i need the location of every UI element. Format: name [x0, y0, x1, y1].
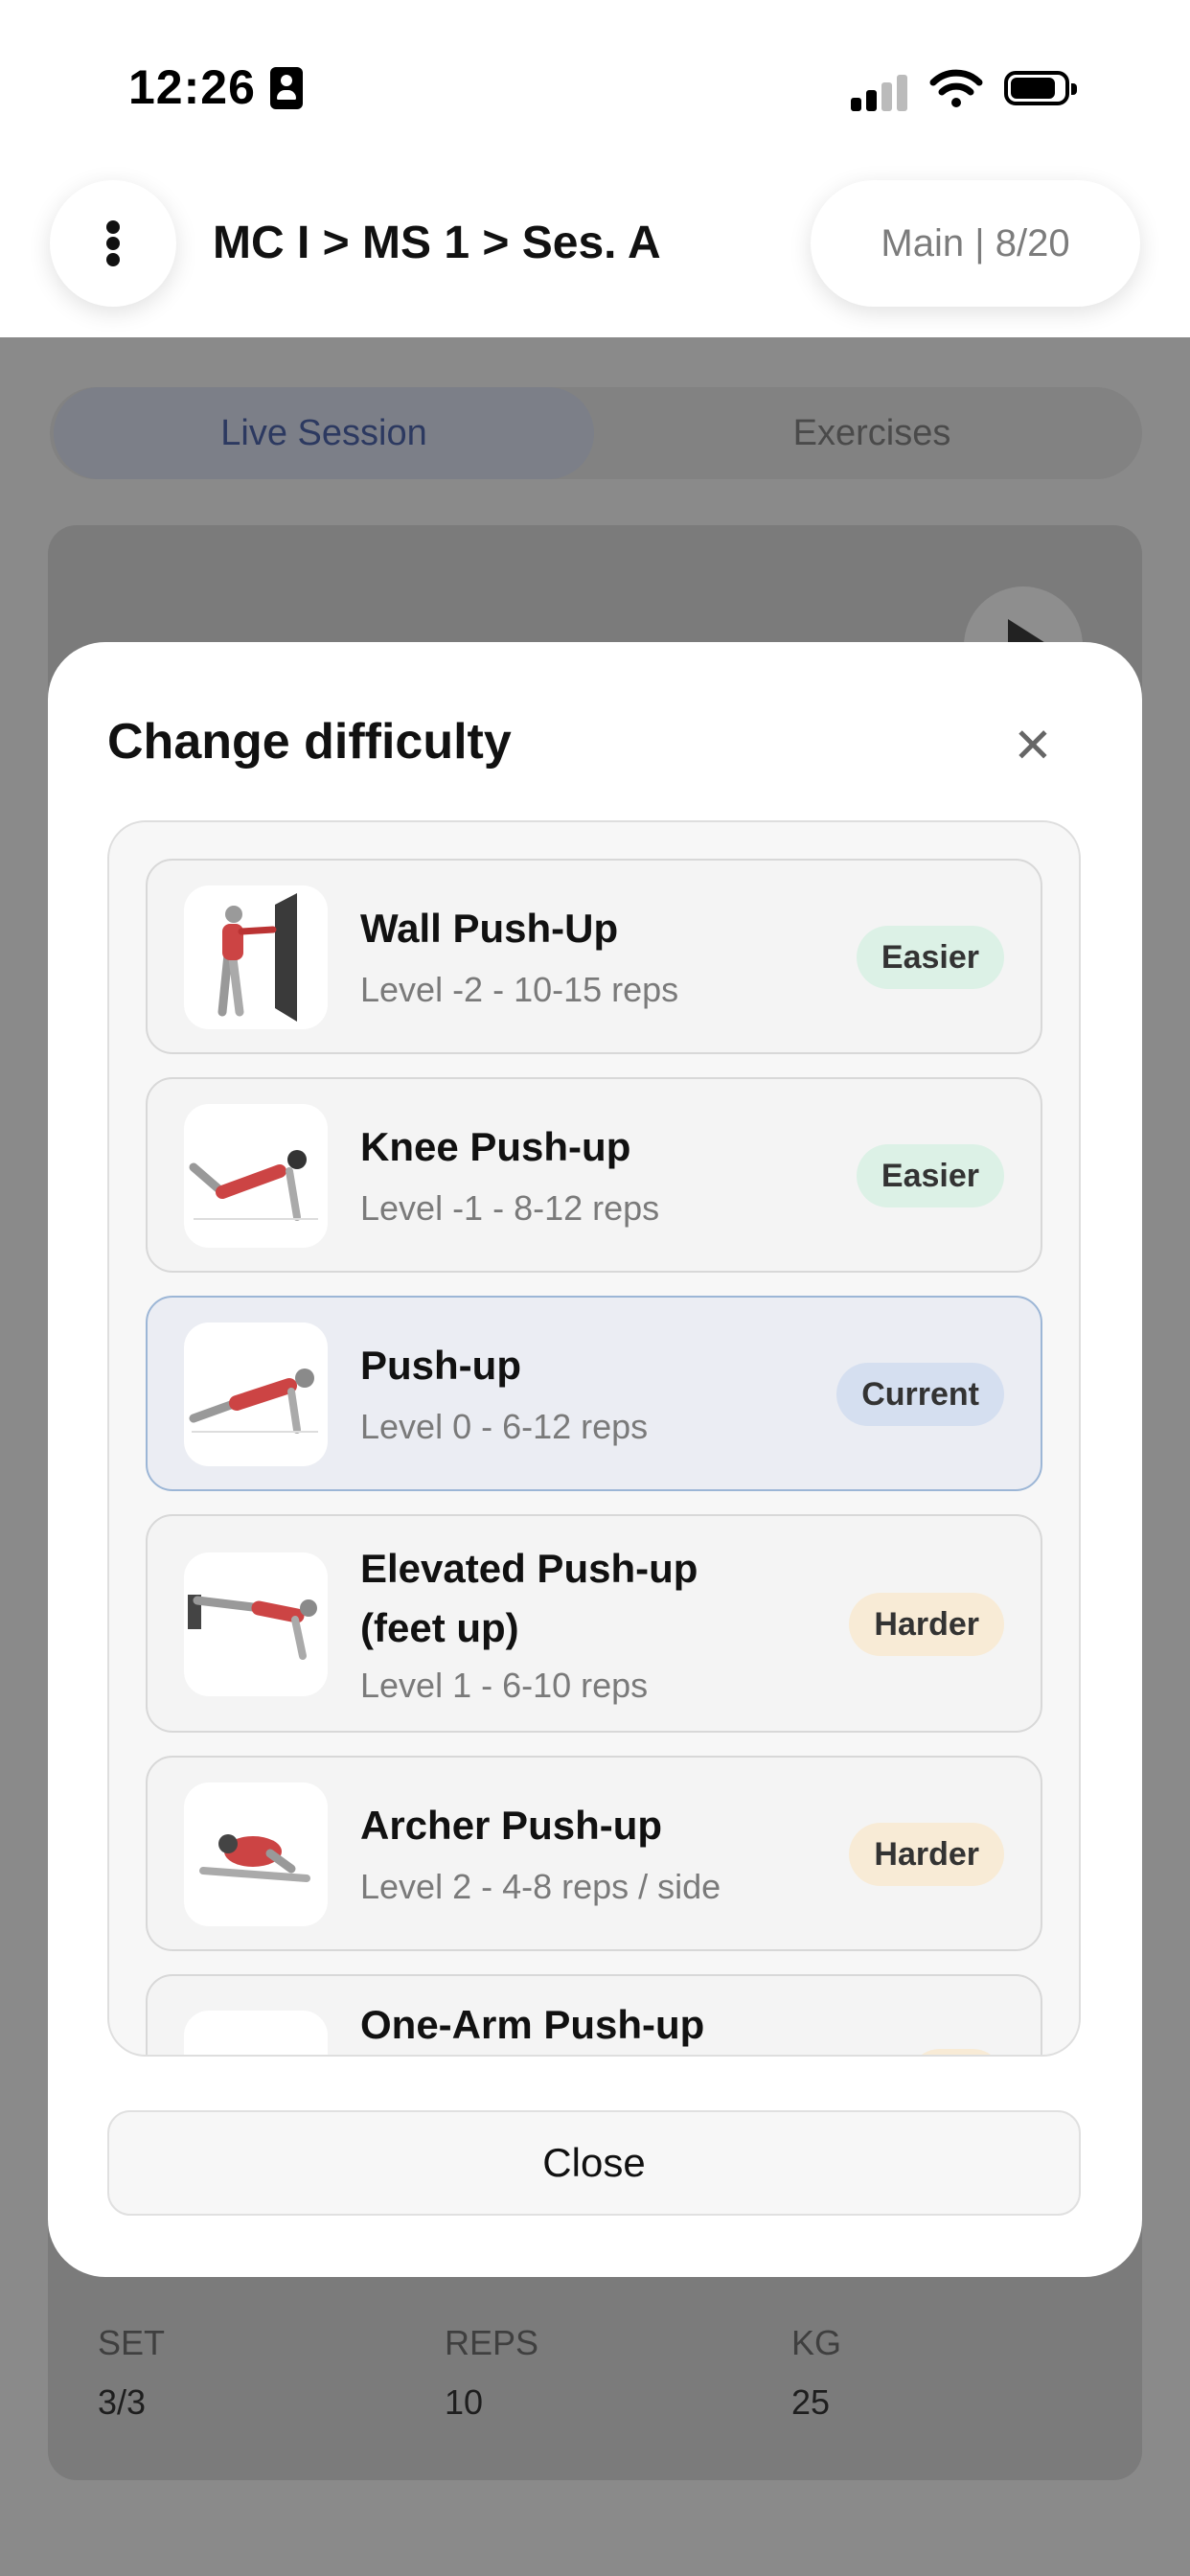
modal-title: Change difficulty — [107, 714, 512, 770]
more-menu-button[interactable] — [50, 180, 176, 307]
stat-value-set: 3/3 — [98, 2382, 147, 2422]
exercise-level: Level 0 - 6-12 reps — [360, 1407, 649, 1446]
breadcrumb: MC I > MS 1 > Ses. A — [213, 218, 661, 268]
dot-icon — [106, 253, 120, 266]
exercise-thumbnail — [184, 1782, 328, 1926]
exercise-thumbnail — [184, 1104, 328, 1248]
status-bar: 12:26 — [0, 0, 1190, 172]
close-button[interactable]: Close — [107, 2110, 1081, 2216]
session-progress-pill[interactable]: Main | 8/20 — [811, 180, 1140, 307]
exercise-name: Knee Push-up — [360, 1124, 631, 1169]
exercise-thumbnail — [184, 1322, 328, 1466]
battery-icon — [1004, 71, 1077, 105]
difficulty-badge: Easier — [856, 1144, 1004, 1208]
exercise-level: Level -1 - 8-12 reps — [360, 1188, 660, 1228]
exercise-option-push-up[interactable]: Push-up Level 0 - 6-12 reps Current — [146, 1296, 1042, 1491]
exercise-level: Level 1 - 6-10 reps — [360, 1666, 649, 1705]
difficulty-badge — [908, 2049, 1004, 2055]
exercise-level: Level -2 - 10-15 reps — [360, 970, 679, 1009]
close-icon[interactable]: ✕ — [1006, 719, 1060, 772]
app-header: MC I > MS 1 > Ses. A Main | 8/20 — [0, 172, 1190, 337]
exercise-level: Level 2 - 4-8 reps / side — [360, 1867, 721, 1906]
exercise-option-archer-push-up[interactable]: Archer Push-up Level 2 - 4-8 reps / side… — [146, 1756, 1042, 1951]
exercise-option-one-arm-push-up[interactable]: One-Arm Push-up — [146, 1974, 1042, 2055]
stat-value-kg: 25 — [791, 2382, 831, 2422]
difficulty-badge: Harder — [849, 1823, 1004, 1886]
status-time: 12:26 — [128, 60, 256, 114]
stat-label-reps: REPS — [445, 2323, 539, 2362]
exercise-list: Wall Push-Up Level -2 - 10-15 reps Easie… — [107, 820, 1081, 2057]
stat-label-kg: KG — [791, 2323, 842, 2362]
cellular-signal-icon — [851, 73, 908, 111]
dot-icon — [106, 220, 120, 234]
exercise-name-line2: (feet up) — [360, 1605, 519, 1650]
exercise-name: Archer Push-up — [360, 1803, 663, 1848]
contact-card-icon — [270, 67, 303, 109]
exercise-name: Wall Push-Up — [360, 906, 619, 951]
exercise-name-line1: Elevated Push-up — [360, 1546, 698, 1591]
wifi-icon — [929, 69, 983, 107]
difficulty-badge: Harder — [849, 1593, 1004, 1656]
dot-icon — [106, 237, 120, 250]
difficulty-badge: Current — [836, 1363, 1004, 1426]
stat-label-set: SET — [98, 2323, 166, 2362]
exercise-thumbnail — [184, 1552, 328, 1696]
tab-exercises[interactable]: Exercises — [606, 387, 1138, 479]
exercise-thumbnail — [184, 2011, 328, 2055]
difficulty-badge: Easier — [856, 926, 1004, 989]
exercise-thumbnail — [184, 886, 328, 1029]
exercise-name: Push-up — [360, 1343, 521, 1388]
exercise-option-knee-push-up[interactable]: Knee Push-up Level -1 - 8-12 reps Easier — [146, 1077, 1042, 1273]
stat-value-reps: 10 — [445, 2382, 484, 2422]
exercise-option-wall-push-up[interactable]: Wall Push-Up Level -2 - 10-15 reps Easie… — [146, 859, 1042, 1054]
view-segmented-control: Live Session Exercises — [50, 387, 1142, 479]
tab-live-session[interactable]: Live Session — [54, 387, 594, 479]
exercise-name: One-Arm Push-up — [360, 2002, 705, 2047]
change-difficulty-modal: Change difficulty ✕ Wall Push-Up Level -… — [48, 642, 1142, 2277]
exercise-option-elevated-push-up[interactable]: Elevated Push-up (feet up) Level 1 - 6-1… — [146, 1514, 1042, 1733]
